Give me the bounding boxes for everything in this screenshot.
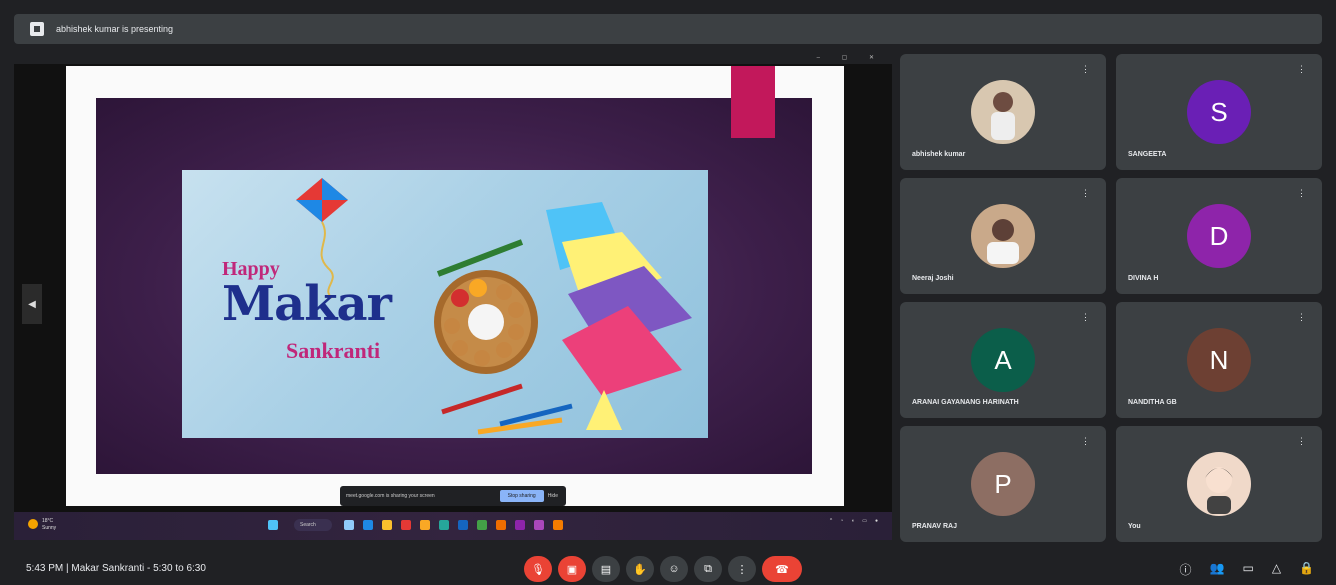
- present-icon[interactable]: ⧉: [694, 556, 722, 582]
- chat-icon[interactable]: ▭: [1242, 561, 1253, 578]
- participant-tile[interactable]: ⋮ You: [1116, 426, 1322, 542]
- stop-sharing-button[interactable]: Stop sharing: [499, 490, 544, 502]
- slide-sankranti-text: Sankranti: [286, 338, 381, 363]
- participant-tile[interactable]: ⋮ N NANDITHA GB: [1116, 302, 1322, 418]
- avatar: A: [971, 328, 1035, 392]
- spotify-icon: [477, 520, 487, 530]
- participant-tile[interactable]: ⋮ abhishek kumar: [900, 54, 1106, 170]
- system-tray: ^ ◔ ◖ ▭ ●: [830, 518, 878, 524]
- info-icon[interactable]: ⓘ: [1180, 561, 1192, 578]
- participant-tile[interactable]: ⋮ Neeraj Joshi: [900, 178, 1106, 294]
- avatar: [971, 204, 1035, 268]
- more-options-icon[interactable]: ⋮: [1297, 436, 1306, 447]
- presenting-banner: abhishek kumar is presenting: [14, 14, 1322, 44]
- more-options-icon[interactable]: ⋮: [1297, 188, 1306, 199]
- slide-makar-text: Makar: [222, 276, 392, 332]
- avatar: N: [1187, 328, 1251, 392]
- people-icon[interactable]: 👥: [1210, 561, 1225, 578]
- captions-icon[interactable]: ▤: [592, 556, 620, 582]
- shared-screen: – ▢ ✕ Happy Makar Sankranti ◀ meet.googl…: [14, 52, 892, 540]
- participant-name: PRANAV RAJ: [912, 523, 957, 530]
- notification-icon: ●: [874, 518, 878, 524]
- more-options-icon[interactable]: ⋮: [1081, 436, 1090, 447]
- call-controls: 🎙 ▣ ▤ ✋ ☺ ⧉ ⋮ ☎: [524, 556, 802, 582]
- app-icon: [401, 520, 411, 530]
- participant-name: ARANAI GAYANANG HARINATH: [912, 399, 1019, 406]
- participant-tile[interactable]: ⋮ P PRANAV RAJ: [900, 426, 1106, 542]
- meeting-controls-bar: 5:43 PM | Makar Sankranti - 5:30 to 6:30…: [0, 552, 1336, 585]
- app-icon: [458, 520, 468, 530]
- makar-sankranti-card: Happy Makar Sankranti: [182, 170, 708, 438]
- more-options-icon[interactable]: ⋮: [1081, 188, 1090, 199]
- more-options-icon[interactable]: ⋮: [1297, 64, 1306, 75]
- sweets-plate-icon: [434, 270, 538, 374]
- battery-icon: ▭: [862, 518, 867, 524]
- weather-temp: 18°C: [42, 518, 54, 524]
- presentation-icon: [30, 22, 44, 36]
- participant-name: Neeraj Joshi: [912, 275, 954, 282]
- more-options-icon[interactable]: ⋮: [1081, 64, 1090, 75]
- lock-icon[interactable]: 🔒: [1299, 561, 1314, 578]
- participant-tile[interactable]: ⋮ D DIVINA H: [1116, 178, 1322, 294]
- participant-tile[interactable]: ⋮ S SANGEETA: [1116, 54, 1322, 170]
- participant-name: abhishek kumar: [912, 151, 966, 158]
- app-icon: [363, 520, 373, 530]
- shared-window-titlebar: – ▢ ✕: [14, 52, 892, 64]
- shared-taskbar: 18°C Sunny Search ^ ◔ ◖ ▭ ●: [14, 512, 892, 540]
- participant-name: SANGEETA: [1128, 151, 1167, 158]
- wifi-icon: ◔: [840, 518, 844, 524]
- mic-off-icon[interactable]: 🎙: [524, 556, 552, 582]
- weather-info: 18°C Sunny: [42, 518, 56, 532]
- avatar: [971, 80, 1035, 144]
- participant-tile[interactable]: ⋮ A ARANAI GAYANANG HARINATH: [900, 302, 1106, 418]
- activities-icon[interactable]: △: [1272, 561, 1281, 578]
- camera-off-icon[interactable]: ▣: [558, 556, 586, 582]
- app-icon: [534, 520, 544, 530]
- stacked-kites-icon: [546, 202, 692, 430]
- task-view-icon: [344, 520, 354, 530]
- participant-photo-icon: [1205, 467, 1233, 514]
- raise-hand-icon[interactable]: ✋: [626, 556, 654, 582]
- app-icon: [496, 520, 506, 530]
- volume-icon: ◖: [851, 518, 855, 524]
- tray-chevron-icon: ^: [829, 518, 833, 524]
- slide-background: Happy Makar Sankranti: [96, 98, 812, 474]
- window-controls: – ▢ ✕: [816, 55, 884, 61]
- presenting-text: abhishek kumar is presenting: [56, 24, 174, 34]
- participant-photo-icon: [991, 92, 1015, 140]
- meeting-info: 5:43 PM | Makar Sankranti - 5:30 to 6:30: [26, 563, 206, 574]
- more-options-icon[interactable]: ⋮: [1297, 312, 1306, 323]
- collapse-left-arrow-icon[interactable]: ◀: [22, 284, 42, 324]
- participant-name: DIVINA H: [1128, 275, 1159, 282]
- emoji-icon[interactable]: ☺: [660, 556, 688, 582]
- avatar: P: [971, 452, 1035, 516]
- windows-start-icon: [268, 520, 278, 530]
- avatar: S: [1187, 80, 1251, 144]
- taskbar-search: Search: [294, 519, 332, 531]
- app-icon: [515, 520, 525, 530]
- avatar: [1187, 452, 1251, 516]
- participant-name: You: [1128, 523, 1141, 530]
- weather-desc: Sunny: [42, 525, 57, 531]
- more-options-icon[interactable]: ⋮: [728, 556, 756, 582]
- more-options-icon[interactable]: ⋮: [1081, 312, 1090, 323]
- taskbar-app-icons: [344, 520, 563, 530]
- screen-share-notice: meet.google.com is sharing your screen S…: [340, 486, 566, 506]
- chrome-icon: [382, 520, 392, 530]
- weather-sun-icon: [28, 519, 38, 529]
- app-icon: [553, 520, 563, 530]
- participant-photo-icon: [987, 219, 1019, 264]
- avatar: D: [1187, 204, 1251, 268]
- folder-icon: [420, 520, 430, 530]
- share-notice-text: meet.google.com is sharing your screen: [346, 493, 435, 499]
- side-panel-controls: ⓘ 👥 ▭ △ 🔒: [1180, 561, 1315, 578]
- edge-icon: [439, 520, 449, 530]
- participant-name: NANDITHA GB: [1128, 399, 1177, 406]
- slide-canvas: Happy Makar Sankranti: [66, 66, 844, 506]
- participant-grid: ⋮ abhishek kumar ⋮ S SANGEETA ⋮ Neeraj J…: [900, 54, 1322, 544]
- hide-notice-button[interactable]: Hide: [548, 493, 558, 499]
- slide-pink-accent: [731, 66, 775, 138]
- end-call-icon[interactable]: ☎: [762, 556, 802, 582]
